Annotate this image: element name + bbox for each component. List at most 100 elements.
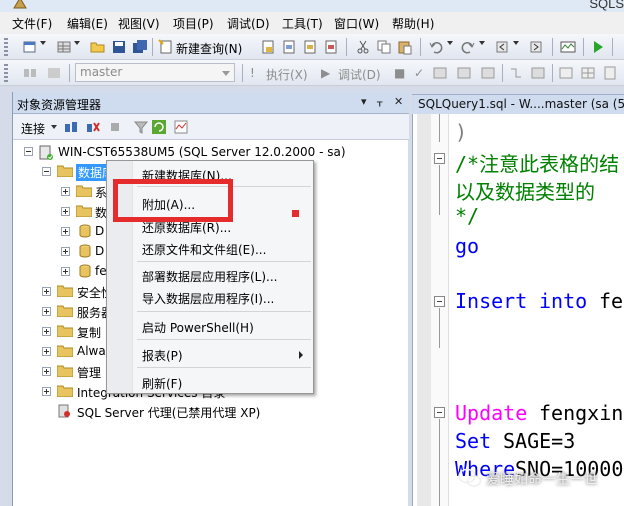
new-query-label[interactable]: 新建查询(N) — [176, 40, 242, 57]
grid-icon[interactable] — [56, 39, 72, 55]
menu-edit[interactable]: 编辑(E) — [67, 15, 108, 32]
parse-icon[interactable]: ✓ — [414, 66, 424, 80]
chevron-down-icon[interactable] — [51, 125, 57, 129]
replication-node[interactable]: 复制 — [77, 324, 101, 341]
tab-sqlquery1[interactable]: SQLQuery1.sql - W....master (sa (53 — [412, 94, 624, 114]
folder-icon — [76, 205, 92, 217]
results-to-grid-icon[interactable] — [580, 65, 596, 81]
disconnect-icon[interactable] — [85, 119, 101, 135]
database-node[interactable]: D — [95, 224, 104, 238]
collapse-toggle[interactable] — [42, 167, 51, 176]
save-icon[interactable] — [111, 39, 127, 55]
menu-tools[interactable]: 工具(T) — [282, 15, 323, 32]
include-plan-icon[interactable] — [508, 65, 524, 81]
undo-icon[interactable] — [428, 39, 444, 55]
display-plan-icon[interactable] — [432, 65, 448, 81]
collapse-toggle[interactable] — [24, 147, 33, 156]
window-position-icon[interactable]: ▾ — [361, 95, 367, 108]
client-stats-icon[interactable] — [530, 65, 546, 81]
expand-toggle[interactable] — [42, 327, 51, 336]
menu-refresh[interactable]: 刷新(F) — [142, 375, 182, 392]
menu-help[interactable]: 帮助(H) — [392, 15, 434, 32]
database-node[interactable]: fe — [95, 264, 107, 278]
menu-separator — [137, 367, 311, 368]
chevron-down-icon[interactable] — [479, 41, 485, 45]
connect-object-explorer-icon[interactable] — [63, 119, 79, 135]
menu-window[interactable]: 窗口(W) — [334, 15, 379, 32]
query-editor[interactable]: ) /*注意此表格的结 以及数据类型的 */ go Insert into fe… — [412, 114, 624, 506]
results-to-text-icon[interactable] — [558, 65, 574, 81]
change-connection-icon[interactable] — [46, 65, 62, 81]
expand-toggle[interactable] — [61, 247, 70, 256]
toolbar-grip[interactable] — [4, 64, 8, 82]
menu-deploy-dac[interactable]: 部署数据层应用程序(L)... — [142, 268, 278, 285]
close-icon[interactable]: ✕ — [394, 95, 403, 108]
results-to-file-icon[interactable] — [602, 65, 618, 81]
dmx-query-icon[interactable] — [302, 39, 318, 55]
menu-reports[interactable]: 报表(P) — [142, 347, 183, 364]
activity-monitor-icon[interactable] — [560, 39, 576, 55]
copy-icon[interactable] — [376, 39, 392, 55]
navigate-forward-icon[interactable] — [528, 39, 544, 55]
expand-toggle[interactable] — [61, 267, 70, 276]
debug-button[interactable]: 调试(D) — [338, 66, 381, 83]
toolbar-separator — [420, 38, 421, 56]
execute-button[interactable]: 执行(X) — [266, 66, 308, 83]
available-databases-dropdown[interactable]: master — [75, 63, 235, 82]
expand-toggle[interactable] — [61, 207, 70, 216]
code-line: go — [455, 234, 480, 258]
collapse-toggle[interactable] — [434, 153, 445, 164]
pin-icon[interactable]: ᚁ — [377, 95, 382, 108]
sql-agent-node[interactable]: SQL Server 代理(已禁用代理 XP) — [77, 404, 260, 421]
query-options-icon[interactable] — [456, 65, 472, 81]
collapse-toggle[interactable] — [434, 296, 445, 307]
chevron-down-icon[interactable] — [513, 41, 519, 45]
menu-file[interactable]: 文件(F) — [12, 15, 52, 32]
menu-start-powershell[interactable]: 启动 PowerShell(H) — [142, 319, 254, 336]
code-identifier: fen — [599, 289, 624, 313]
server-node[interactable]: WIN-CST65538UM5 (SQL Server 12.0.2000 - … — [58, 145, 346, 159]
mdx-query-icon[interactable] — [281, 39, 297, 55]
chevron-down-icon[interactable] — [74, 41, 80, 45]
xmla-query-icon[interactable] — [323, 39, 339, 55]
intellisense-icon[interactable] — [480, 65, 496, 81]
menu-separator — [137, 311, 311, 312]
cut-icon[interactable] — [355, 39, 371, 55]
toolbar-grip[interactable] — [4, 38, 8, 56]
expand-toggle[interactable] — [61, 187, 70, 196]
expand-toggle[interactable] — [61, 227, 70, 236]
open-folder-icon[interactable] — [90, 39, 106, 55]
menu-debug[interactable]: 调试(D) — [227, 15, 270, 32]
expand-toggle[interactable] — [42, 287, 51, 296]
stop-icon[interactable] — [107, 119, 123, 135]
menu-project[interactable]: 项目(P) — [173, 15, 214, 32]
filter-icon[interactable] — [133, 119, 149, 135]
stop-icon[interactable]: ■ — [394, 66, 405, 80]
new-query-icon[interactable] — [158, 39, 174, 55]
paste-icon[interactable] — [397, 39, 413, 55]
new-project-icon[interactable] — [22, 39, 38, 55]
expand-toggle[interactable] — [42, 347, 51, 356]
management-node[interactable]: 管理 — [77, 364, 101, 381]
expand-toggle[interactable] — [42, 307, 51, 316]
redo-icon[interactable] — [460, 39, 476, 55]
connect-dropdown[interactable]: 连接 — [21, 120, 45, 137]
chevron-down-icon[interactable] — [447, 41, 453, 45]
menu-import-dac[interactable]: 导入数据层应用程序(I)... — [142, 290, 274, 307]
refresh-icon[interactable] — [151, 119, 167, 135]
document-icon[interactable] — [260, 39, 276, 55]
connect-icon[interactable] — [22, 65, 38, 81]
menu-view[interactable]: 视图(V) — [118, 15, 160, 32]
folder-icon — [57, 165, 73, 177]
start-debug-icon[interactable] — [590, 39, 606, 55]
save-all-icon[interactable] — [132, 39, 148, 55]
collapse-toggle[interactable] — [434, 407, 445, 418]
navigate-backward-icon[interactable] — [494, 39, 510, 55]
database-node[interactable]: D — [95, 244, 104, 258]
expand-toggle[interactable] — [42, 367, 51, 376]
alwayson-node[interactable]: Alwa — [77, 344, 106, 358]
menu-restore-files[interactable]: 还原文件和文件组(E)... — [142, 241, 266, 258]
chevron-down-icon[interactable] — [40, 41, 46, 45]
activity-monitor-icon[interactable] — [173, 119, 189, 135]
expand-toggle[interactable] — [42, 387, 51, 396]
